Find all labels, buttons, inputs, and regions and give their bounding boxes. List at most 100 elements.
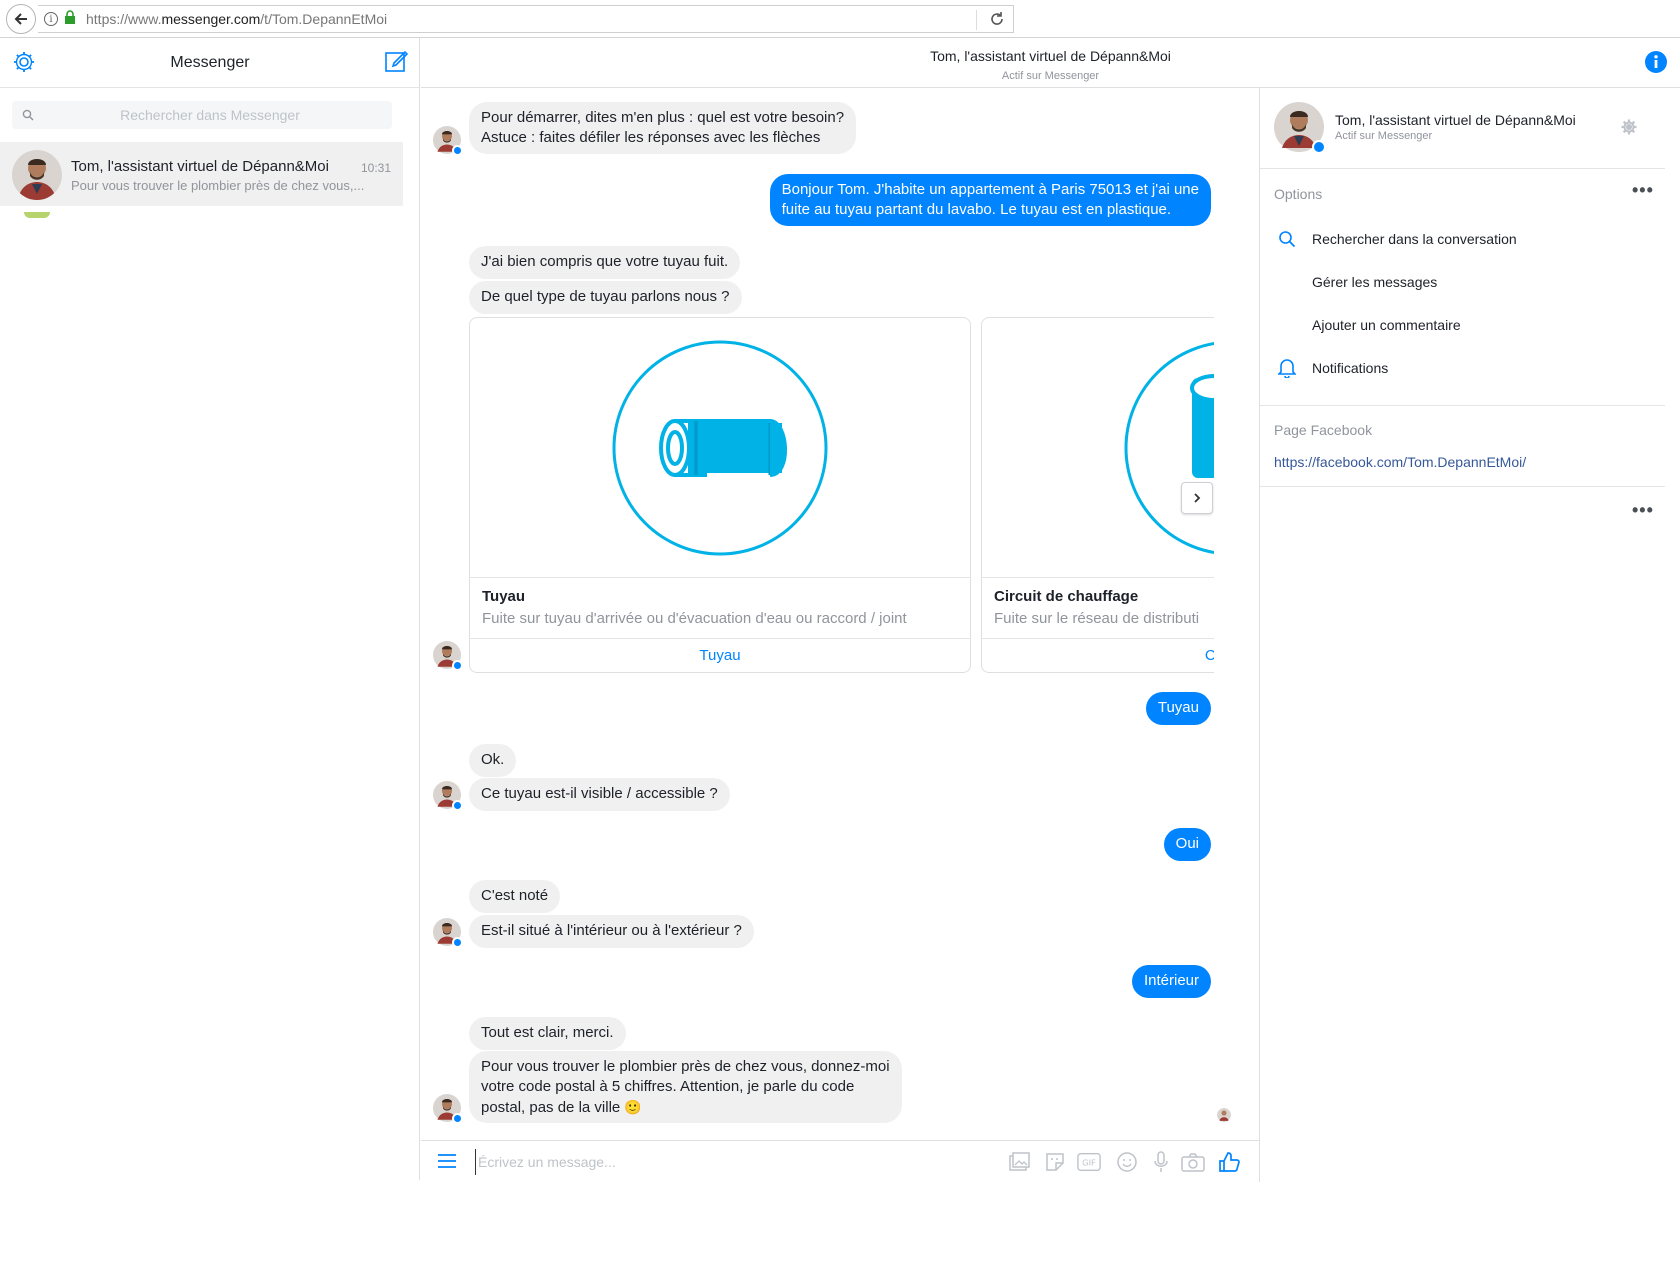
- message-line: Astuce : faites défiler les réponses ave…: [481, 129, 821, 146]
- gif-icon[interactable]: GIF: [1077, 1151, 1101, 1173]
- sticker-icon[interactable]: [1043, 1151, 1067, 1173]
- divider: [1260, 168, 1665, 169]
- incoming-message: Pour démarrer, dites m'en plus : quel es…: [469, 102, 857, 154]
- chevron-right-icon: [1194, 493, 1201, 503]
- profile-name: Tom, l'assistant virtuel de Dépann&Moi: [1335, 112, 1576, 128]
- more-icon[interactable]: •••: [1632, 180, 1654, 201]
- incoming-message: Ce tuyau est-il visible / accessible ?: [469, 778, 730, 811]
- details-pane: Tom, l'assistant virtuel de Dépann&Moi A…: [1259, 88, 1680, 1182]
- option-search-conversation[interactable]: Rechercher dans la conversation: [1312, 231, 1517, 247]
- emoji-smile: 🙂: [624, 1099, 642, 1115]
- outgoing-message: Oui: [1163, 828, 1211, 861]
- avatar: [1274, 102, 1326, 154]
- chat-header: Tom, l'assistant virtuel de Dépann&Moi A…: [421, 38, 1680, 88]
- card-button-chauffage[interactable]: Circuit c: [982, 638, 1214, 672]
- conversation-name: Tom, l'assistant virtuel de Dépann&Moi: [71, 158, 329, 175]
- info-icon[interactable]: [1644, 50, 1668, 79]
- search-icon: [1278, 230, 1296, 253]
- avatar: [433, 918, 463, 948]
- message-line: Pour vous trouver le plombier près de ch…: [481, 1058, 890, 1075]
- carousel: Tuyau Fuite sur tuyau d'arrivée ou d'éva…: [469, 317, 1214, 677]
- chat-title: Tom, l'assistant virtuel de Dépann&Moi: [930, 48, 1171, 64]
- divider: [1260, 486, 1665, 487]
- message-line: fuite au tuyau partant du lavabo. Le tuy…: [781, 201, 1172, 218]
- incoming-message: De quel type de tuyau parlons nous ?: [469, 281, 742, 314]
- outgoing-message: Bonjour Tom. J'habite un appartement à P…: [769, 174, 1211, 226]
- browser-toolbar: i https://www.messenger.com/t/Tom.Depann…: [0, 0, 1680, 38]
- search-icon: [22, 108, 34, 126]
- back-button[interactable]: [6, 4, 36, 34]
- conversation-snippet: Pour vous trouver le plombier près de ch…: [71, 178, 365, 193]
- message-line: votre code postal à 5 chiffres. Attentio…: [481, 1078, 855, 1095]
- reload-icon[interactable]: [989, 11, 1005, 32]
- messenger-badge: [452, 660, 463, 671]
- message-thread: Pour démarrer, dites m'en plus : quel es…: [421, 88, 1259, 1140]
- left-title: Messenger: [170, 54, 250, 71]
- compose-icon[interactable]: [384, 48, 410, 79]
- card-subtitle: Fuite sur tuyau d'arrivée ou d'évacuatio…: [482, 610, 907, 627]
- card-button-tuyau[interactable]: Tuyau: [470, 638, 970, 672]
- gear-icon[interactable]: [1620, 118, 1638, 141]
- read-receipt-avatar: [1217, 1108, 1231, 1122]
- options-label: Options: [1274, 186, 1323, 202]
- search-box: [12, 101, 392, 129]
- search-input[interactable]: [40, 101, 380, 129]
- messenger-badge: [452, 145, 463, 156]
- svg-text:GIF: GIF: [1082, 1158, 1096, 1168]
- conversation-time: 10:31: [360, 161, 391, 175]
- address-bar[interactable]: i https://www.messenger.com/t/Tom.Depann…: [38, 5, 1014, 33]
- info-icon[interactable]: i: [44, 12, 58, 26]
- divider: [1260, 405, 1665, 406]
- messenger-badge: [1312, 140, 1326, 154]
- card-title: Tuyau: [482, 588, 526, 605]
- outgoing-message: Tuyau: [1145, 692, 1211, 725]
- image-icon[interactable]: [1007, 1151, 1031, 1173]
- message-line: postal, pas de la ville 🙂: [481, 1099, 642, 1116]
- card-title: Circuit de chauffage: [994, 588, 1139, 605]
- avatar: [433, 641, 463, 671]
- chat-status: Actif sur Messenger: [1001, 70, 1100, 82]
- option-add-comment[interactable]: Ajouter un commentaire: [1312, 317, 1461, 333]
- incoming-message: J'ai bien compris que votre tuyau fuit.: [469, 246, 741, 279]
- carousel-card-chauffage: Circuit de chauffage Fuite sur le réseau…: [981, 317, 1214, 673]
- thumbs-up-icon[interactable]: [1217, 1151, 1241, 1173]
- carousel-next-button[interactable]: [1181, 482, 1213, 514]
- facebook-page-link[interactable]: https://facebook.com/Tom.DepannEtMoi/: [1274, 454, 1526, 470]
- url-separator: [976, 10, 977, 30]
- option-notifications[interactable]: Notifications: [1312, 360, 1388, 376]
- messenger-badge: [452, 800, 463, 811]
- conversation-list-pane: Messenger Tom, l'assistant virtuel de Dé…: [0, 38, 420, 1180]
- messenger-badge: [452, 937, 463, 948]
- mic-icon[interactable]: [1149, 1151, 1173, 1173]
- more-icon[interactable]: •••: [1632, 500, 1654, 521]
- url-text: https://www.messenger.com/t/Tom.DepannEt…: [86, 11, 388, 27]
- incoming-message: C'est noté: [469, 880, 561, 913]
- pipe-icon: [612, 340, 828, 556]
- heating-pipe-icon: [1124, 342, 1214, 554]
- outgoing-message: Intérieur: [1131, 965, 1211, 998]
- avatar: [433, 1094, 463, 1124]
- left-header: Messenger: [0, 38, 419, 88]
- emoji-icon[interactable]: [1115, 1151, 1139, 1173]
- bell-icon: [1277, 358, 1297, 383]
- camera-icon[interactable]: [1181, 1151, 1205, 1173]
- message-input[interactable]: [475, 1149, 945, 1175]
- avatar: [12, 150, 62, 200]
- message-line: Pour démarrer, dites m'en plus : quel es…: [481, 109, 845, 126]
- card-subtitle: Fuite sur le réseau de distributi: [994, 610, 1200, 627]
- incoming-message: Est-il situé à l'intérieur ou à l'extéri…: [469, 915, 754, 948]
- conversation-item[interactable]: Tom, l'assistant virtuel de Dépann&Moi 1…: [0, 142, 403, 206]
- avatar: [433, 781, 463, 811]
- card-image: [470, 318, 970, 578]
- message-line: Bonjour Tom. J'habite un appartement à P…: [781, 181, 1199, 198]
- card-image: [982, 318, 1214, 578]
- lock-icon: [64, 9, 76, 29]
- message-composer: GIF: [421, 1140, 1259, 1182]
- incoming-message: Ok.: [469, 744, 517, 777]
- next-conversation-avatar-edge: [24, 212, 50, 218]
- back-arrow-icon: [14, 13, 27, 25]
- facebook-page-label: Page Facebook: [1274, 422, 1373, 438]
- avatar: [433, 126, 463, 156]
- option-manage-messages[interactable]: Gérer les messages: [1312, 274, 1437, 290]
- hamburger-icon[interactable]: [437, 1153, 457, 1174]
